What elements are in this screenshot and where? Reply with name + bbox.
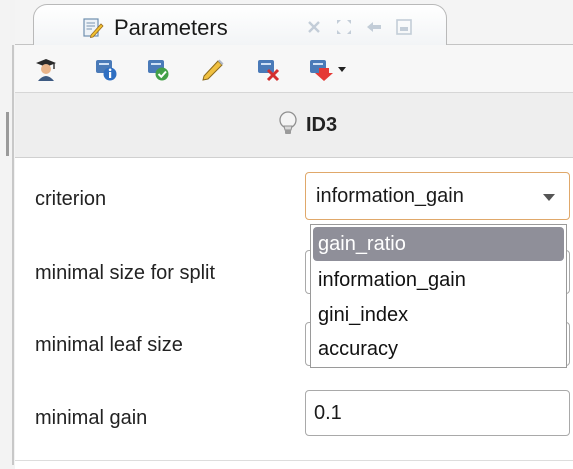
- edit-parameters-icon: [83, 18, 104, 38]
- criterion-value: information_gain: [316, 185, 464, 207]
- remove-icon[interactable]: [255, 56, 281, 82]
- minimal-gain-input[interactable]: 0.1: [305, 390, 570, 436]
- minimize-icon[interactable]: [394, 17, 414, 37]
- tab-parameters[interactable]: Parameters: [33, 4, 447, 46]
- expert-mode-icon[interactable]: [33, 56, 59, 82]
- option-gini-index[interactable]: gini_index: [313, 298, 564, 332]
- tab-bar: Parameters: [15, 0, 573, 46]
- criterion-dropdown-list: gain_ratio information_gain gini_index a…: [310, 224, 567, 368]
- tab-title: Parameters: [114, 15, 228, 40]
- operator-info-icon[interactable]: [93, 56, 119, 82]
- param-label-minimal-size-for-split: minimal size for split: [35, 262, 216, 284]
- param-label-minimal-leaf-size: minimal leaf size: [35, 334, 183, 356]
- chevron-down-icon[interactable]: [543, 194, 555, 201]
- criterion-select[interactable]: information_gain: [305, 172, 570, 220]
- close-icon[interactable]: [304, 17, 324, 37]
- breakpoint-dropdown-icon[interactable]: [307, 56, 349, 82]
- option-gain-ratio[interactable]: gain_ratio: [313, 227, 564, 261]
- operator-header: ID3: [15, 93, 573, 158]
- option-information-gain[interactable]: information_gain: [313, 263, 564, 297]
- parameters-toolbar: [15, 45, 573, 93]
- minimal-gain-value: 0.1: [314, 402, 342, 424]
- param-label-criterion: criterion: [35, 188, 107, 210]
- maximize-icon[interactable]: [334, 17, 354, 37]
- restore-icon[interactable]: [364, 17, 384, 37]
- edit-icon[interactable]: [200, 56, 226, 82]
- param-label-minimal-gain: minimal gain: [35, 407, 148, 429]
- enable-operator-icon[interactable]: [145, 56, 171, 82]
- left-panel-edge: [0, 0, 15, 469]
- splitter-handle[interactable]: [6, 112, 9, 156]
- operator-name: ID3: [306, 114, 338, 136]
- panel-bottom-border: [15, 460, 573, 461]
- panel-divider: [12, 45, 14, 465]
- option-accuracy[interactable]: accuracy: [313, 332, 564, 366]
- lightbulb-icon: [279, 111, 297, 134]
